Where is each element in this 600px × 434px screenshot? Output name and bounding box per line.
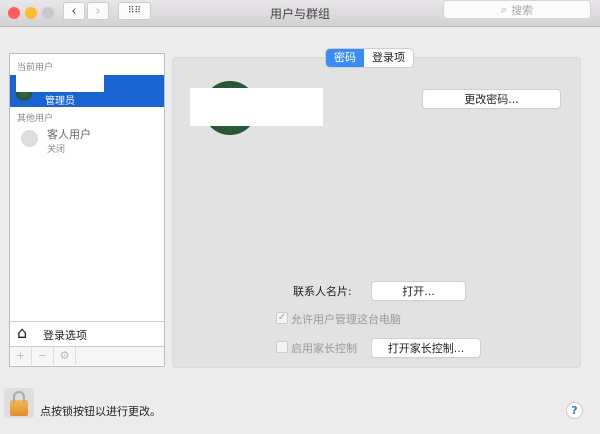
remove-user-button[interactable]: − <box>32 347 54 365</box>
search-input[interactable]: ⌕ 搜索 <box>443 0 591 19</box>
parental-controls-label: 启用家长控制 <box>291 342 357 355</box>
allow-admin-label: 允许用户管理这台电脑 <box>291 313 401 326</box>
gear-icon[interactable]: ⚙ <box>54 347 76 365</box>
guest-name: 客人用户 <box>47 128 91 141</box>
login-options-item[interactable]: ⌂ 登录选项 <box>10 321 164 346</box>
lock-message: 点按锁按钮以进行更改。 <box>40 405 161 418</box>
login-options-label: 登录选项 <box>43 329 87 342</box>
tab-password[interactable]: 密码 <box>326 49 364 67</box>
allow-admin-checkbox[interactable]: ✓ <box>276 312 288 324</box>
add-user-button[interactable]: + <box>10 347 32 365</box>
user-role: 管理员 <box>45 96 75 107</box>
lock-button[interactable] <box>4 388 34 418</box>
title-bar: ‹ › ⠿⠿ 用户与群组 ⌕ 搜索 <box>0 0 600 27</box>
house-icon: ⌂ <box>17 323 28 342</box>
redacted-name <box>16 75 104 92</box>
contact-card-label: 联系人名片: <box>293 285 352 298</box>
search-icon: ⌕ <box>500 2 508 16</box>
tab-login-items[interactable]: 登录项 <box>364 49 413 67</box>
user-list: 当前用户 管理员 其他用户 客人用户 关闭 ⌂ 登录选项 + − ⚙ <box>9 53 165 367</box>
search-placeholder: 搜索 <box>511 3 534 17</box>
guest-avatar-icon <box>21 130 38 147</box>
parental-controls-checkbox[interactable] <box>276 341 288 353</box>
other-users-header: 其他用户 <box>17 114 54 124</box>
open-contact-button[interactable]: 打开... <box>372 282 465 300</box>
redacted-name <box>190 88 323 126</box>
guest-status: 关闭 <box>47 145 66 155</box>
help-button[interactable]: ? <box>566 402 583 419</box>
current-users-header: 当前用户 <box>17 63 54 73</box>
user-item-current[interactable]: 管理员 <box>10 75 164 107</box>
open-parental-controls-button[interactable]: 打开家长控制... <box>372 339 480 357</box>
user-detail-panel: 更改密码... 联系人名片: 打开... ✓ 允许用户管理这台电脑 启用家长控制… <box>172 57 581 368</box>
tab-bar: 密码 登录项 <box>326 49 413 67</box>
user-item-guest[interactable]: 客人用户 关闭 <box>10 124 164 156</box>
change-password-button[interactable]: 更改密码... <box>423 90 560 108</box>
